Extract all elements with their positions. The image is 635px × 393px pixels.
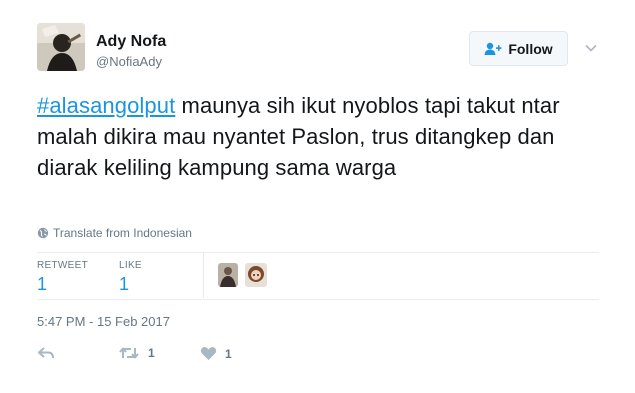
retweet-icon: [119, 347, 139, 359]
divider: [37, 252, 599, 253]
retweet-action-count: 1: [148, 346, 155, 360]
translate-label: Translate from Indonesian: [53, 226, 192, 240]
like-action-count: 1: [225, 346, 232, 361]
translate-link[interactable]: Translate from Indonesian: [37, 226, 192, 240]
hashtag-link[interactable]: #alasangolput: [37, 93, 175, 118]
heart-icon: [200, 347, 217, 360]
tweet-card: Ady Nofa @NofiaAdy Follow #alasangolput …: [0, 0, 635, 393]
author-avatar[interactable]: [37, 23, 85, 71]
retweet-button[interactable]: 1: [118, 346, 155, 360]
author-handle[interactable]: @NofiaAdy: [96, 54, 162, 70]
tweet-timestamp[interactable]: 5:47 PM - 15 Feb 2017: [37, 314, 170, 329]
stats-separator: [203, 253, 204, 298]
reply-icon: [38, 347, 54, 359]
globe-icon: [37, 227, 49, 239]
like-button[interactable]: 1: [200, 346, 232, 361]
chevron-down-icon[interactable]: [583, 40, 599, 56]
liker-avatar[interactable]: [245, 263, 267, 287]
follow-label: Follow: [508, 40, 553, 57]
like-stat-count[interactable]: 1: [119, 274, 129, 295]
tweet-text: #alasangolput maunya sih ikut nyoblos ta…: [37, 90, 597, 183]
reply-button[interactable]: [37, 346, 55, 360]
divider: [37, 299, 599, 300]
retweet-stat-label: RETWEET: [37, 260, 88, 271]
follow-user-icon: [484, 42, 502, 55]
follow-button[interactable]: Follow: [469, 31, 568, 66]
retweet-stat-count[interactable]: 1: [37, 274, 47, 295]
author-name[interactable]: Ady Nofa: [96, 33, 166, 51]
liker-avatar[interactable]: [218, 263, 238, 287]
like-stat-label: LIKE: [119, 260, 142, 271]
